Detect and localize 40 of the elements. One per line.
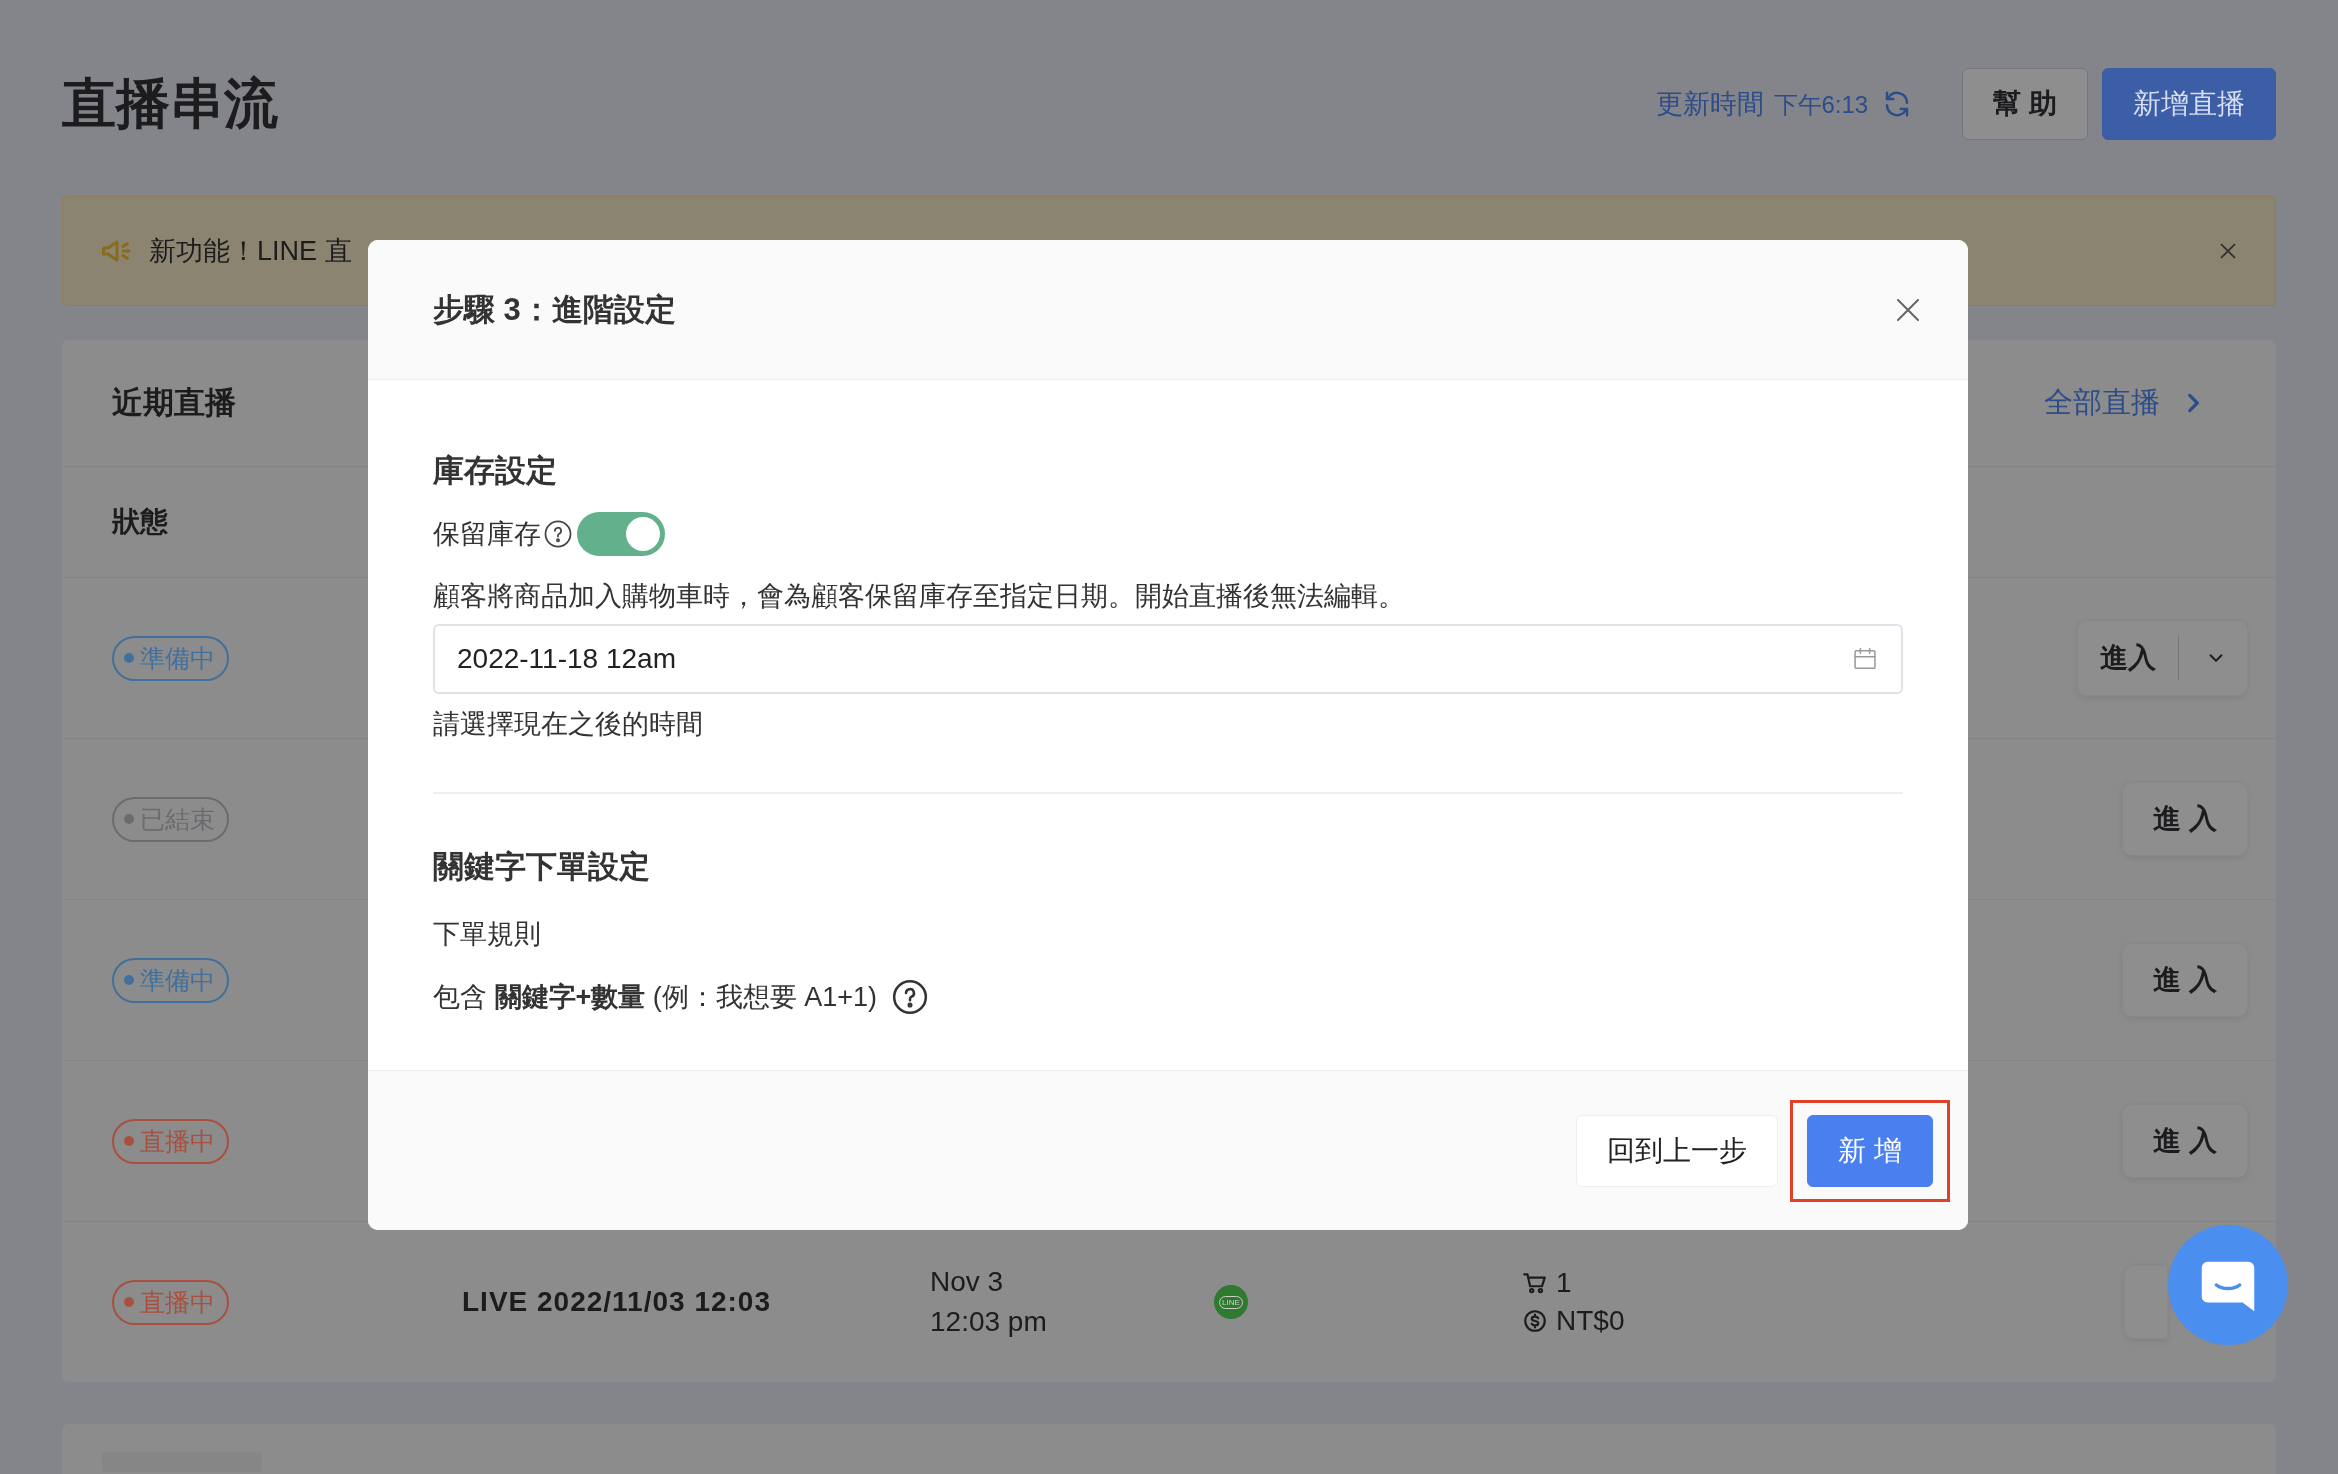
toggle-switch[interactable] [577,512,665,556]
description-text: 顧客將商品加入購物車時，會為顧客保留庫存至指定日期。開始直播後無法編輯。 [433,580,1406,613]
banner-text: 新功能！LINE 直 [149,235,353,268]
field-value: 2022-11-18 12am [457,643,677,675]
date-field[interactable]: 2022-11-18 12am [433,624,1903,694]
column-header: 狀態 [112,505,168,539]
enter-button[interactable]: 進 入 [2122,943,2248,1017]
section-heading: 庫存設定 [433,452,558,490]
create-live-button[interactable]: 新增直播 [2102,68,2276,140]
back-button[interactable]: 回到上一步 [1576,1114,1778,1187]
live-date: Nov 3 [930,1266,1005,1298]
live-time: 12:03 pm [930,1306,1048,1338]
live-title: LIVE 2022/11/03 12:03 [462,1286,771,1317]
card-title: 近期直播 [112,384,236,422]
section-heading: 關鍵字下單設定 [433,848,651,886]
update-label: 更新時間 [1655,88,1764,121]
update-time: 下午6:13 [1773,90,1869,120]
dollar-coin-icon [1522,1308,1548,1334]
dialog-title: 步驟 3：進階設定 [433,290,676,329]
sales-amount: NT$0 [1556,1305,1625,1337]
help-icon [891,978,930,1016]
status-tag: 直播中 [112,1118,229,1164]
help-button[interactable]: 幫 助 [1962,68,2088,140]
hint-text: 請選擇現在之後的時間 [433,708,704,741]
status-tag: 準備中 [112,957,229,1003]
channel-label: LINE [1219,1295,1243,1309]
enter-button[interactable]: 進 入 [2122,1104,2248,1178]
enter-button[interactable]: 進入 [2078,636,2178,680]
cart-icon [1522,1270,1548,1296]
status-tag: 準備中 [112,635,229,681]
add-button[interactable]: 新 增 [1807,1114,1933,1187]
help-icon [543,519,573,549]
page-title: 直播串流 [62,71,278,135]
order-count: 1 [1556,1267,1572,1299]
enter-button[interactable]: 進 入 [2122,782,2248,856]
field-label: 保留庫存 [433,518,541,551]
rule-text: 包含 關鍵字+數量 (例：我想要 A1+1) [433,981,878,1014]
field-label: 下單規則 [433,918,542,951]
enter-split-button[interactable]: 進入 [2077,620,2248,696]
status-tag: 直播中 [112,1279,229,1325]
